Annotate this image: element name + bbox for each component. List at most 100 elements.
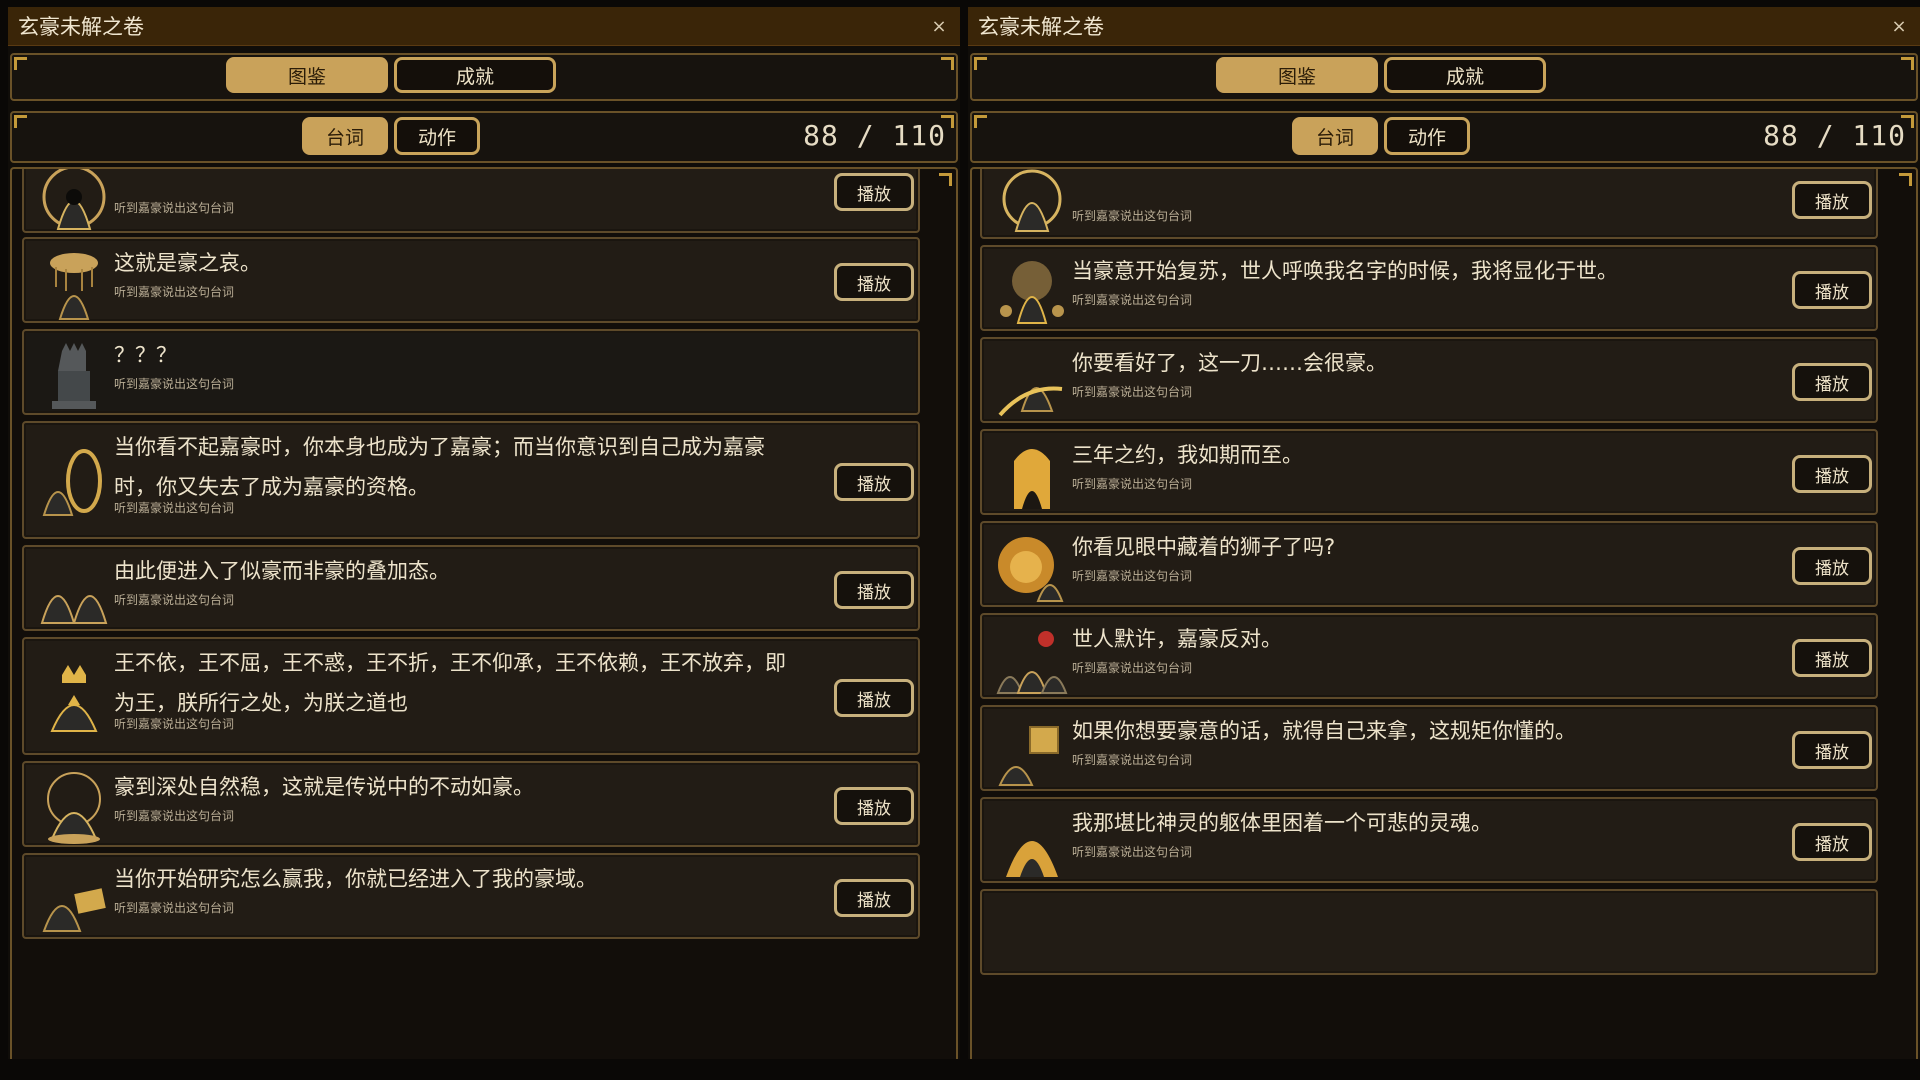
list-item: 由此便进入了似豪而非豪的叠加态。 听到嘉豪说出这句台词 播放	[22, 545, 920, 631]
codex-window-right: 玄豪未解之卷 × 图鉴 成就 台词 动作 88 / 110 听到嘉豪说出这句台词…	[968, 7, 1920, 1059]
voice-line-list[interactable]: 听到嘉豪说出这句台词 播放 这就是豪之哀。 听到嘉豪说出这句台词 播放 ？？？ …	[10, 167, 958, 1059]
play-button[interactable]: 播放	[1792, 547, 1872, 585]
tab-lines[interactable]: 台词	[302, 117, 388, 155]
list-item: 三年之约，我如期而至。 听到嘉豪说出这句台词 播放	[980, 429, 1878, 515]
voice-line-text: 如果你想要豪意的话，就得自己来拿，这规矩你懂的。	[1072, 719, 1576, 743]
play-button[interactable]: 播放	[834, 173, 914, 211]
list-item: 当豪意开始复苏，世人呼唤我名字的时候，我将显化于世。 听到嘉豪说出这句台词 播放	[980, 245, 1878, 331]
list-item: 世人默许，嘉豪反对。 听到嘉豪说出这句台词 播放	[980, 613, 1878, 699]
list-item: 这就是豪之哀。 听到嘉豪说出这句台词 播放	[22, 237, 920, 323]
voice-line-text: 三年之约，我如期而至。	[1072, 443, 1303, 467]
list-item	[980, 889, 1878, 975]
tab-actions[interactable]: 动作	[394, 117, 480, 155]
tab-actions[interactable]: 动作	[1384, 117, 1470, 155]
unlock-condition: 听到嘉豪说出这句台词	[1072, 477, 1193, 491]
voice-line-text: ？？？	[114, 343, 177, 367]
list-item: 你要看好了，这一刀……会很豪。 听到嘉豪说出这句台词 播放	[980, 337, 1878, 423]
codex-window-left: 玄豪未解之卷 × 图鉴 成就 台词 动作 88 / 110 听到嘉豪说出这句台词…	[8, 7, 960, 1059]
voice-line-text: 你要看好了，这一刀……会很豪。	[1072, 351, 1387, 375]
unlock-condition: 听到嘉豪说出这句台词	[1072, 753, 1193, 767]
play-button[interactable]: 播放	[1792, 181, 1872, 219]
sub-tab-bar: 台词 动作 88 / 110	[10, 111, 958, 163]
voice-line-text: 豪到深处自然稳，这就是传说中的不动如豪。	[114, 775, 534, 799]
main-tab-bar: 图鉴 成就	[10, 53, 958, 101]
golden-deity-icon	[1006, 841, 1058, 877]
play-button[interactable]: 播放	[834, 263, 914, 301]
sword-slash-figure-icon	[998, 386, 1063, 417]
close-icon[interactable]: ×	[1888, 16, 1910, 37]
voice-line-list[interactable]: 听到嘉豪说出这句台词 播放 当豪意开始复苏，世人呼唤我名字的时候，我将显化于世。…	[970, 167, 1918, 1059]
list-item: 豪到深处自然稳，这就是传说中的不动如豪。 听到嘉豪说出这句台词 播放	[22, 761, 920, 847]
list-item: 你看见眼中藏着的狮子了吗? 听到嘉豪说出这句台词 播放	[980, 521, 1878, 607]
play-button[interactable]: 播放	[1792, 731, 1872, 769]
voice-line-text: 当你开始研究怎么赢我，你就已经进入了我的豪域。	[114, 867, 597, 891]
voice-line-text: 当豪意开始复苏，世人呼唤我名字的时候，我将显化于世。	[1072, 259, 1618, 283]
play-button[interactable]: 播放	[834, 571, 914, 609]
unlock-condition: 听到嘉豪说出这句台词	[114, 809, 235, 823]
voice-line-text: 这就是豪之哀。	[114, 251, 261, 275]
window-title: 玄豪未解之卷	[18, 15, 144, 39]
unlock-condition: 听到嘉豪说出这句台词	[1072, 385, 1193, 399]
tab-codex[interactable]: 图鉴	[226, 57, 388, 93]
list-item: 我那堪比神灵的躯体里困着一个可悲的灵魂。 听到嘉豪说出这句台词 播放	[980, 797, 1878, 883]
hooded-figure-rain-cloud-icon	[50, 253, 98, 320]
unlock-condition: 听到嘉豪说出这句台词	[114, 717, 235, 731]
play-button[interactable]: 播放	[1792, 363, 1872, 401]
collection-count: 88 / 110	[1763, 119, 1906, 152]
tab-codex[interactable]: 图鉴	[1216, 57, 1378, 93]
play-button[interactable]: 播放	[834, 679, 914, 717]
voice-line-text: 世人默许，嘉豪反对。	[1072, 627, 1282, 651]
play-button[interactable]: 播放	[1792, 271, 1872, 309]
lion-figure-icon	[998, 537, 1064, 602]
hooded-figure-gold-aura-icon	[1002, 169, 1062, 232]
unlock-condition: 听到嘉豪说出这句台词	[114, 501, 235, 515]
hooded-figure-card-icon	[42, 888, 106, 932]
list-item: 听到嘉豪说出这句台词 播放	[22, 169, 920, 233]
crowd-reject-icon	[996, 631, 1068, 694]
list-item: 王不依，王不屈，王不惑，王不折，王不仰承，王不依赖，王不放弃，即为王，朕所行之处…	[22, 637, 920, 755]
meditating-figure-icon	[47, 772, 101, 844]
collection-count: 88 / 110	[803, 119, 946, 152]
play-button[interactable]: 播放	[1792, 823, 1872, 861]
voice-line-text: 我那堪比神灵的躯体里困着一个可悲的灵魂。	[1072, 811, 1492, 835]
twin-hooded-figures-icon	[40, 595, 108, 624]
hooded-figure-mirror-icon	[42, 449, 102, 516]
unlock-condition: 听到嘉豪说出这句台词	[114, 285, 235, 299]
voice-line-text: 王不依，王不屈，王不惑，王不折，王不仰承，王不依赖，王不放弃，即为王，朕所行之处…	[114, 651, 786, 715]
window-title: 玄豪未解之卷	[978, 15, 1104, 39]
unlock-condition: 听到嘉豪说出这句台词	[1072, 845, 1193, 859]
play-button[interactable]: 播放	[1792, 639, 1872, 677]
play-button[interactable]: 播放	[834, 787, 914, 825]
unlock-condition: 听到嘉豪说出这句台词	[1072, 209, 1193, 223]
unlock-condition: 听到嘉豪说出这句台词	[1072, 661, 1193, 675]
glowing-doorway-icon	[1014, 449, 1050, 509]
unlock-condition: 听到嘉豪说出这句台词	[1072, 569, 1193, 583]
play-button[interactable]: 播放	[1792, 455, 1872, 493]
radiant-figure-crowd-icon	[1000, 261, 1064, 324]
tab-lines[interactable]: 台词	[1292, 117, 1378, 155]
list-item: 听到嘉豪说出这句台词 播放	[980, 169, 1878, 239]
title-bar: 玄豪未解之卷 ×	[968, 7, 1920, 46]
play-button[interactable]: 播放	[834, 463, 914, 501]
unlock-condition: 听到嘉豪说出这句台词	[114, 377, 235, 391]
main-tab-bar: 图鉴 成就	[970, 53, 1918, 101]
unlock-condition: 听到嘉豪说出这句台词	[114, 901, 235, 915]
close-icon[interactable]: ×	[928, 16, 950, 37]
figure-holding-box-icon	[998, 726, 1059, 786]
voice-line-text: 你看见眼中藏着的狮子了吗?	[1072, 535, 1336, 559]
sub-tab-bar: 台词 动作 88 / 110	[970, 111, 1918, 163]
tab-achievements[interactable]: 成就	[1384, 57, 1546, 93]
list-item: 当你看不起嘉豪时，你本身也成为了嘉豪；而当你意识到自己成为嘉豪时，你又失去了成为…	[22, 421, 920, 539]
list-item: 如果你想要豪意的话，就得自己来拿，这规矩你懂的。 听到嘉豪说出这句台词 播放	[980, 705, 1878, 791]
title-bar: 玄豪未解之卷 ×	[8, 7, 960, 46]
throne-locked-icon	[52, 343, 96, 409]
hooded-figure-gold-aura-icon	[42, 169, 106, 230]
tab-achievements[interactable]: 成就	[394, 57, 556, 93]
unlock-condition: 听到嘉豪说出这句台词	[114, 593, 235, 607]
voice-line-text: 由此便进入了似豪而非豪的叠加态。	[114, 559, 450, 583]
list-item-locked: ？？？ 听到嘉豪说出这句台词	[22, 329, 920, 415]
voice-line-text: 当你看不起嘉豪时，你本身也成为了嘉豪；而当你意识到自己成为嘉豪时，你又失去了成为…	[114, 435, 765, 499]
unlock-condition: 听到嘉豪说出这句台词	[1072, 293, 1193, 307]
play-button[interactable]: 播放	[834, 879, 914, 917]
crowned-king-icon	[50, 665, 98, 732]
